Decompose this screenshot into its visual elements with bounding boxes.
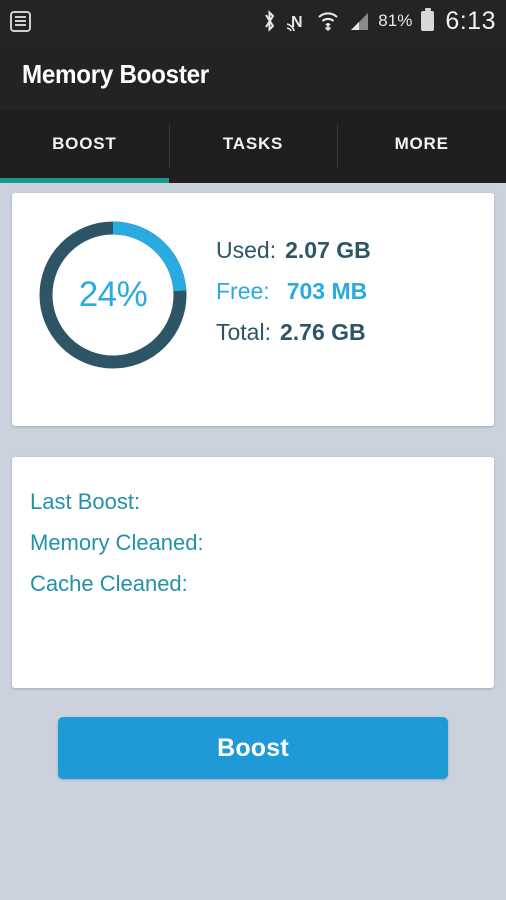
wifi-icon xyxy=(318,12,339,32)
tab-tasks[interactable]: TASKS xyxy=(168,110,338,183)
tab-bar: BOOST TASKS MORE xyxy=(0,110,506,183)
memory-free-label: Free: xyxy=(216,278,270,304)
memory-gauge: 24% xyxy=(34,216,192,374)
memory-usage-card: 24% Used: 2.07 GB Free: 703 MB Total: 2.… xyxy=(12,193,494,426)
memory-percent-label: 24% xyxy=(78,275,148,314)
cache-cleaned-row: Cache Cleaned: xyxy=(30,571,470,612)
tab-more-label: MORE xyxy=(394,133,449,153)
nfc-icon: N xyxy=(287,14,303,32)
app-bar: Memory Booster xyxy=(0,42,506,110)
battery-percent: 81% xyxy=(378,11,413,30)
memory-used-label: Used: xyxy=(216,237,277,263)
tab-more[interactable]: MORE xyxy=(337,110,506,183)
status-bar-right: N 81% 6:13 xyxy=(262,6,496,35)
memory-row-free: Free: 703 MB xyxy=(216,278,481,319)
memory-cleaned-label: Memory Cleaned: xyxy=(30,530,204,555)
memory-row-used: Used: 2.07 GB xyxy=(216,237,481,278)
list-notification-icon xyxy=(10,10,31,32)
last-boost-label: Last Boost: xyxy=(30,489,141,514)
memory-total-label: Total: xyxy=(216,319,271,345)
tab-boost-label: BOOST xyxy=(52,133,117,153)
memory-free-value: 703 MB xyxy=(286,278,368,304)
cache-cleaned-label: Cache Cleaned: xyxy=(30,571,188,596)
tab-tasks-indicator xyxy=(169,178,338,183)
last-boost-row: Last Boost: xyxy=(30,489,470,530)
memory-total-value: 2.76 GB xyxy=(279,319,366,345)
memory-cleaned-row: Memory Cleaned: xyxy=(30,530,470,571)
status-bar-clock: 6:13 xyxy=(445,6,496,35)
boost-history-list: Last Boost: Memory Cleaned: Cache Cleane… xyxy=(30,489,470,612)
boost-history-card: Last Boost: Memory Cleaned: Cache Cleane… xyxy=(12,457,494,688)
memory-used-value: 2.07 GB xyxy=(285,237,371,263)
battery-icon xyxy=(421,8,435,31)
status-bar: N 81% 6:13 xyxy=(0,0,506,42)
signal-icon xyxy=(351,12,369,30)
boost-button[interactable]: Boost xyxy=(58,717,448,779)
app-screen: N 81% 6:13 Memory Booster BOOST TASKS MO… xyxy=(0,0,506,900)
bluetooth-icon xyxy=(265,10,275,32)
status-bar-left xyxy=(10,10,31,32)
tab-active-indicator xyxy=(0,178,169,183)
memory-row-total: Total: 2.76 GB xyxy=(216,319,481,360)
tab-tasks-label: TASKS xyxy=(222,133,284,153)
memory-stats-list: Used: 2.07 GB Free: 703 MB Total: 2.76 G… xyxy=(216,237,481,360)
tab-more-indicator xyxy=(337,178,506,183)
tab-boost[interactable]: BOOST xyxy=(0,110,169,183)
page-title: Memory Booster xyxy=(22,59,209,89)
